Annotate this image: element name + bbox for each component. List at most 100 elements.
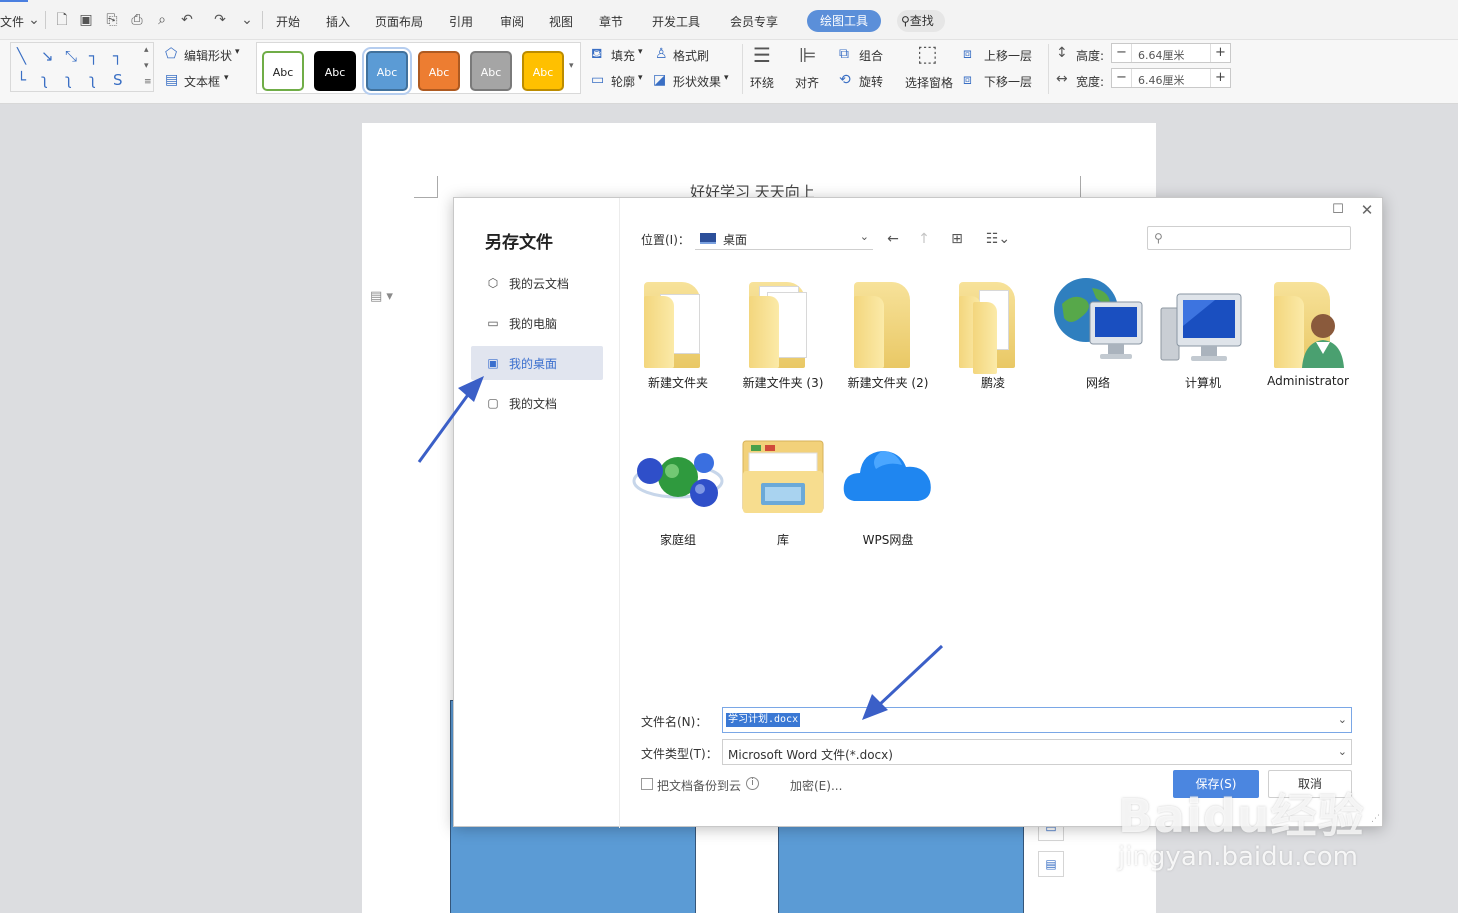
undo-icon[interactable]: ↶ xyxy=(179,12,195,28)
shape-effect-button[interactable]: 形状效果 xyxy=(673,73,721,90)
file-item-computer[interactable]: 计算机 xyxy=(1151,274,1255,404)
tab-home[interactable]: 开始 xyxy=(276,13,300,30)
tab-sections[interactable]: 章节 xyxy=(599,13,623,30)
height-stepper[interactable]: − 6.64厘米 + xyxy=(1111,43,1231,63)
width-value[interactable]: 6.46厘米 xyxy=(1138,72,1185,88)
rotate-button[interactable]: 旋转 xyxy=(859,73,883,90)
tab-developer[interactable]: 开发工具 xyxy=(652,13,700,30)
wrap-button[interactable]: 环绕 xyxy=(750,74,774,91)
elbow-double-connector-icon[interactable]: └ xyxy=(17,72,26,88)
export-icon[interactable]: ⎘ xyxy=(104,12,120,28)
chevron-down-icon[interactable]: ▾ xyxy=(724,73,729,83)
chevron-down-icon[interactable]: ▾ xyxy=(638,73,643,83)
tab-view[interactable]: 视图 xyxy=(549,13,573,30)
tab-page-layout[interactable]: 页面布局 xyxy=(375,13,423,30)
curve-shape-icon[interactable]: S xyxy=(113,72,123,88)
file-item-network[interactable]: 网络 xyxy=(1046,274,1150,404)
file-menu[interactable]: 文件 xyxy=(0,13,24,30)
backup-to-cloud-label[interactable]: 把文档备份到云 xyxy=(657,777,741,794)
selection-pane-button[interactable]: 选择窗格 xyxy=(905,74,953,91)
height-value[interactable]: 6.64厘米 xyxy=(1138,47,1185,63)
bring-forward-button[interactable]: 上移一层 xyxy=(984,47,1032,64)
file-item-user-folder[interactable]: Administrator xyxy=(1256,274,1360,404)
print-preview-icon[interactable]: ⌕ xyxy=(154,12,170,28)
file-item-folder[interactable]: 鹏凌 xyxy=(941,274,1045,404)
shape-style-preset[interactable]: Abc xyxy=(262,51,304,91)
format-painter-button[interactable]: 格式刷 xyxy=(673,47,709,64)
chevron-down-icon[interactable]: ▾ xyxy=(235,47,240,57)
backup-to-cloud-checkbox[interactable] xyxy=(641,778,653,790)
file-item-folder[interactable]: 新建文件夹 (2) xyxy=(836,274,940,404)
close-icon[interactable]: ✕ xyxy=(1359,202,1375,218)
new-doc-icon[interactable]: 🗋 xyxy=(54,12,70,28)
chevron-down-icon[interactable]: ⌄ xyxy=(26,12,42,28)
shape-style-preset[interactable]: Abc xyxy=(418,51,460,91)
shape-style-preset[interactable]: Abc xyxy=(470,51,512,91)
file-item-homegroup[interactable]: 家庭组 xyxy=(626,431,730,561)
file-item-library[interactable]: 库 xyxy=(731,431,835,561)
search-input[interactable]: ⚲ xyxy=(1147,226,1351,250)
height-decrement-button[interactable]: − xyxy=(1112,44,1132,62)
new-folder-icon[interactable]: ⊞ xyxy=(947,229,967,249)
outline-button[interactable]: 轮廓 xyxy=(611,73,635,90)
maximize-icon[interactable]: ☐ xyxy=(1330,202,1346,218)
sidebar-item-cloud-docs[interactable]: ⬡ 我的云文档 xyxy=(471,266,603,300)
tab-drawing-tools[interactable]: 绘图工具 xyxy=(807,10,881,32)
redo-icon[interactable]: ↷ xyxy=(212,12,228,28)
edit-shape-button[interactable]: 编辑形状 xyxy=(184,47,232,64)
file-item-folder[interactable]: 新建文件夹 (3) xyxy=(731,274,835,404)
sidebar-item-my-documents[interactable]: ▢ 我的文档 xyxy=(471,386,603,420)
curved-double-connector-icon[interactable]: ʅ xyxy=(89,72,96,88)
width-decrement-button[interactable]: − xyxy=(1112,69,1132,87)
style-gallery-expand-icon[interactable]: ▾ xyxy=(569,61,574,71)
chevron-down-icon[interactable]: ▾ xyxy=(638,47,643,57)
resize-grip-icon[interactable]: ⋰ xyxy=(1371,814,1380,824)
align-button[interactable]: 对齐 xyxy=(795,74,819,91)
chevron-down-icon[interactable]: ▾ xyxy=(224,73,229,83)
search-menu[interactable]: ⚲查找 xyxy=(897,10,945,32)
curved-arrow-connector-icon[interactable]: ʅ xyxy=(65,72,72,88)
tab-insert[interactable]: 插入 xyxy=(326,13,350,30)
shape-style-preset[interactable]: Abc xyxy=(522,51,564,91)
document-options-icon[interactable]: ▤ ▾ xyxy=(370,289,393,304)
filename-input[interactable]: 学习计划.docx ⌄ xyxy=(722,707,1352,733)
up-arrow-icon[interactable]: ↑ xyxy=(914,229,934,249)
tab-member[interactable]: 会员专享 xyxy=(730,13,778,30)
height-increment-button[interactable]: + xyxy=(1210,44,1230,62)
location-dropdown[interactable]: 桌面 ⌄ xyxy=(695,227,873,250)
file-item-wps-cloud[interactable]: WPS网盘 xyxy=(836,431,940,561)
curved-connector-icon[interactable]: ʅ xyxy=(41,72,48,88)
back-arrow-icon[interactable]: ← xyxy=(883,229,903,249)
text-box-button[interactable]: 文本框 xyxy=(184,73,220,90)
save-icon[interactable]: ▣ xyxy=(78,12,94,28)
chevron-down-icon[interactable]: ⌄ xyxy=(1338,713,1347,726)
double-arrow-shape-icon[interactable]: ⤡ xyxy=(65,48,77,64)
width-increment-button[interactable]: + xyxy=(1210,69,1230,87)
shape-style-preset[interactable]: Abc xyxy=(314,51,356,91)
filetype-dropdown[interactable]: Microsoft Word 文件(*.docx) ⌄ xyxy=(722,739,1352,765)
elbow-arrow-connector-icon[interactable]: ┐ xyxy=(113,48,122,64)
tab-review[interactable]: 审阅 xyxy=(500,13,524,30)
group-button[interactable]: 组合 xyxy=(859,47,883,64)
send-backward-button[interactable]: 下移一层 xyxy=(984,73,1032,90)
file-item-folder[interactable]: 新建文件夹 xyxy=(626,274,730,404)
arrow-shape-icon[interactable]: ↘ xyxy=(41,48,54,64)
shape-gallery[interactable]: ╲ ↘ ⤡ ┐ ┐ └ ʅ ʅ ʅ S ▴ ▾ ≡ xyxy=(10,42,154,92)
elbow-connector-icon[interactable]: ┐ xyxy=(89,48,98,64)
fill-button[interactable]: 填充 xyxy=(611,47,635,64)
text-wrap-options-icon[interactable]: ▤ xyxy=(1038,851,1064,877)
sidebar-item-my-desktop[interactable]: ▣ 我的桌面 xyxy=(471,346,603,380)
width-stepper[interactable]: − 6.46厘米 + xyxy=(1111,68,1231,88)
info-icon[interactable]: i xyxy=(746,777,759,790)
encrypt-button[interactable]: 加密(E)... xyxy=(790,777,842,794)
tab-references[interactable]: 引用 xyxy=(449,13,473,30)
sidebar-item-my-computer[interactable]: ▭ 我的电脑 xyxy=(471,306,603,340)
line-shape-icon[interactable]: ╲ xyxy=(17,48,26,64)
customize-toolbar-icon[interactable]: ⌄ xyxy=(239,12,255,28)
view-mode-icon[interactable]: ☷⌄ xyxy=(982,229,1014,249)
print-icon[interactable]: ⎙ xyxy=(129,12,145,28)
gallery-expand-icon[interactable]: ≡ xyxy=(144,77,152,87)
filename-value[interactable]: 学习计划.docx xyxy=(726,713,801,727)
shape-style-preset-selected[interactable]: Abc xyxy=(362,47,412,95)
gallery-scroll-up-icon[interactable]: ▴ xyxy=(144,45,149,55)
